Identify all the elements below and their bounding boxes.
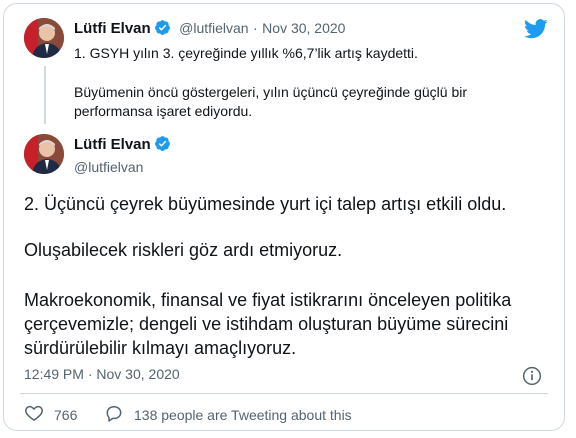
tweeting-about-action[interactable]: 138 people are Tweeting about this [104, 403, 352, 426]
speech-bubble-icon [104, 403, 124, 426]
tweeting-about-text: 138 people are Tweeting about this [134, 406, 352, 423]
thread-connector-line [44, 66, 46, 124]
main-author-block: Lütfi Elvan @lutfielvan [74, 135, 171, 175]
like-action[interactable]: 766 [24, 403, 77, 426]
tweet-date: Nov 30, 2020 [96, 366, 180, 382]
twitter-bird-icon[interactable] [524, 19, 548, 44]
timestamp-separator: · [87, 366, 93, 382]
main-author-name[interactable]: Lütfi Elvan [74, 136, 151, 153]
info-icon[interactable] [522, 366, 542, 391]
parent-author-name[interactable]: Lütfi Elvan [74, 20, 151, 37]
main-avatar[interactable] [24, 134, 64, 174]
parent-text-line-3: performansa işaret ediyordu. [74, 103, 253, 119]
verified-badge-icon [154, 19, 171, 41]
main-text-line-4: çerçevemizle; dengeli ve istihdam oluştu… [24, 314, 509, 334]
main-text-line-2: Oluşabilecek riskleri göz ardı etmiyoruz… [24, 240, 343, 260]
parent-text-line-2: Büyümenin öncü göstergeleri, yılın üçünc… [74, 84, 468, 100]
parent-date[interactable]: Nov 30, 2020 [262, 20, 345, 36]
like-count: 766 [54, 406, 78, 423]
divider [20, 393, 548, 394]
parent-separator: · [253, 20, 258, 36]
verified-badge-icon [154, 135, 171, 157]
parent-avatar[interactable] [24, 18, 64, 58]
main-text-line-5: sürdürülebilir kılmayı amaçlıyoruz. [24, 338, 297, 358]
heart-icon [24, 403, 44, 426]
tweet-time: 12:49 PM [24, 366, 84, 382]
main-handle[interactable]: @lutfielvan [74, 159, 171, 175]
tweet-card: Lütfi Elvan @lutfielvan · Nov 30, 2020 1… [3, 3, 565, 431]
timestamp[interactable]: 12:49 PM · Nov 30, 2020 [24, 366, 180, 382]
main-text-line-3: Makroekonomik, finansal ve fiyat istikra… [24, 290, 512, 310]
parent-text-line-1: 1. GSYH yılın 3. çeyreğinde yıllık %6,7’… [74, 45, 418, 61]
parent-header: Lütfi Elvan @lutfielvan · Nov 30, 2020 [74, 19, 345, 41]
parent-handle[interactable]: @lutfielvan [179, 20, 248, 36]
main-text-line-1: 2. Üçüncü çeyrek büyümesinde yurt içi ta… [24, 194, 507, 214]
